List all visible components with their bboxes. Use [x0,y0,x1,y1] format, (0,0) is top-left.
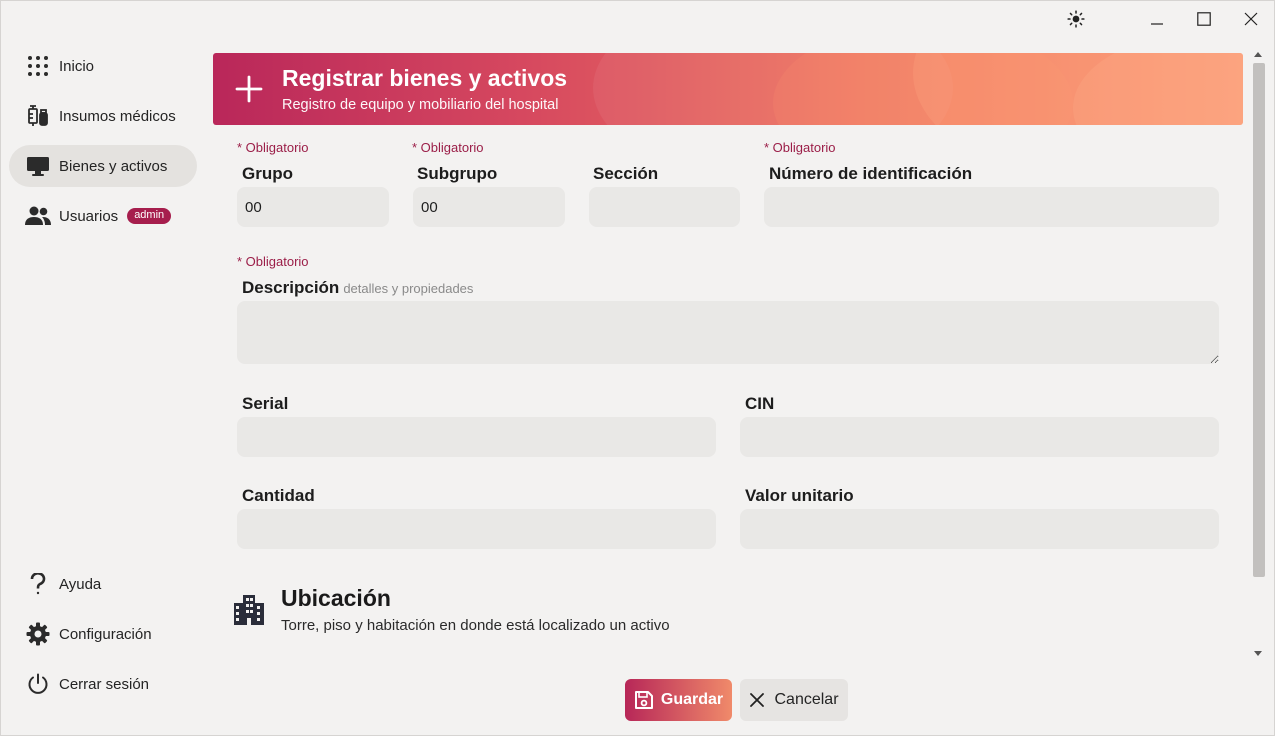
ubicacion-section-subtitle: Torre, piso y habitación en donde está l… [281,617,670,634]
required-marker-descripcion: * Obligatorio [237,254,309,269]
grupo-label: Grupo [242,164,293,183]
maximize-icon [1197,12,1211,26]
sidebar-item-insumos[interactable]: Insumos médicos [9,95,197,137]
users-icon [25,203,51,229]
save-button[interactable]: Guardar [625,679,732,721]
descripcion-label-text: Descripción [242,278,340,297]
page-title: Registrar bienes y activos [282,65,568,91]
sidebar-item-label: Usuarios [59,207,119,225]
cancel-button-label: Cancelar [774,691,839,708]
sun-icon [1067,10,1085,28]
theme-toggle-button[interactable] [1064,7,1088,31]
descripcion-label: Descripción detalles y propiedades [242,278,473,298]
sidebar-item-label: Configuración [59,625,152,643]
cantidad-label: Cantidad [242,486,315,505]
subgrupo-input[interactable] [413,187,565,227]
app-window: Inicio Insumos médicos Bienes y activos [0,0,1275,736]
serial-label: Serial [242,394,289,413]
admin-badge: admin [127,208,172,224]
page-header-banner: Registrar bienes y activos Registro de e… [213,53,1243,125]
valor-unitario-input[interactable] [740,509,1219,549]
sidebar-item-configuracion[interactable]: Configuración [9,613,197,655]
sidebar-item-label: Ayuda [59,575,102,593]
cancel-button[interactable]: Cancelar [740,679,848,721]
sidebar-item-label: Insumos médicos [59,107,176,125]
close-icon [1244,12,1258,26]
sidebar-item-bienes[interactable]: Bienes y activos [9,145,197,187]
grupo-input[interactable] [237,187,389,227]
close-window-button[interactable] [1239,7,1263,31]
numero-identificacion-input[interactable] [764,187,1219,227]
gear-icon [25,621,51,647]
valor-unitario-label: Valor unitario [745,486,854,505]
grid-dots-icon [25,53,51,79]
cin-label: CIN [745,394,775,413]
help-icon [25,571,51,597]
scroll-up-arrow-icon[interactable] [1254,51,1262,57]
cantidad-input[interactable] [237,509,716,549]
maximize-button[interactable] [1192,7,1216,31]
plus-icon [235,75,263,103]
required-marker-grupo: * Obligatorio [237,140,309,155]
scroll-down-arrow-icon[interactable] [1254,651,1262,657]
sidebar-item-label: Bienes y activos [59,157,168,175]
sidebar-item-inicio[interactable]: Inicio [9,45,197,87]
scrollbar-thumb[interactable] [1253,63,1265,577]
descripcion-textarea[interactable] [237,301,1219,364]
sidebar-item-cerrar-sesion[interactable]: Cerrar sesión [9,663,197,705]
save-icon [634,691,653,709]
sidebar-item-label: Inicio [59,57,95,75]
sidebar-item-usuarios[interactable]: Usuarios admin [9,195,197,237]
sidebar: Inicio Insumos médicos Bienes y activos [9,41,197,735]
power-icon [25,671,51,697]
required-marker-numero: * Obligatorio [764,140,836,155]
sidebar-item-ayuda[interactable]: Ayuda [9,563,197,605]
numero-identificacion-label: Número de identificación [769,164,973,183]
minimize-icon [1151,23,1163,25]
page-subtitle: Registro de equipo y mobiliario del hosp… [282,97,559,113]
minimize-button[interactable] [1145,7,1169,31]
seccion-input[interactable] [589,187,740,227]
close-icon [750,693,765,707]
descripcion-hint: detalles y propiedades [343,281,474,296]
monitor-icon [25,153,51,179]
serial-input[interactable] [237,417,716,457]
medical-supplies-icon [25,103,51,129]
save-button-label: Guardar [660,691,724,708]
required-marker-subgrupo: * Obligatorio [412,140,484,155]
subgrupo-label: Subgrupo [417,164,498,183]
building-icon [234,595,264,625]
cin-input[interactable] [740,417,1219,457]
ubicacion-section-title: Ubicación [281,585,391,611]
seccion-label: Sección [593,164,659,183]
sidebar-item-label: Cerrar sesión [59,675,150,693]
